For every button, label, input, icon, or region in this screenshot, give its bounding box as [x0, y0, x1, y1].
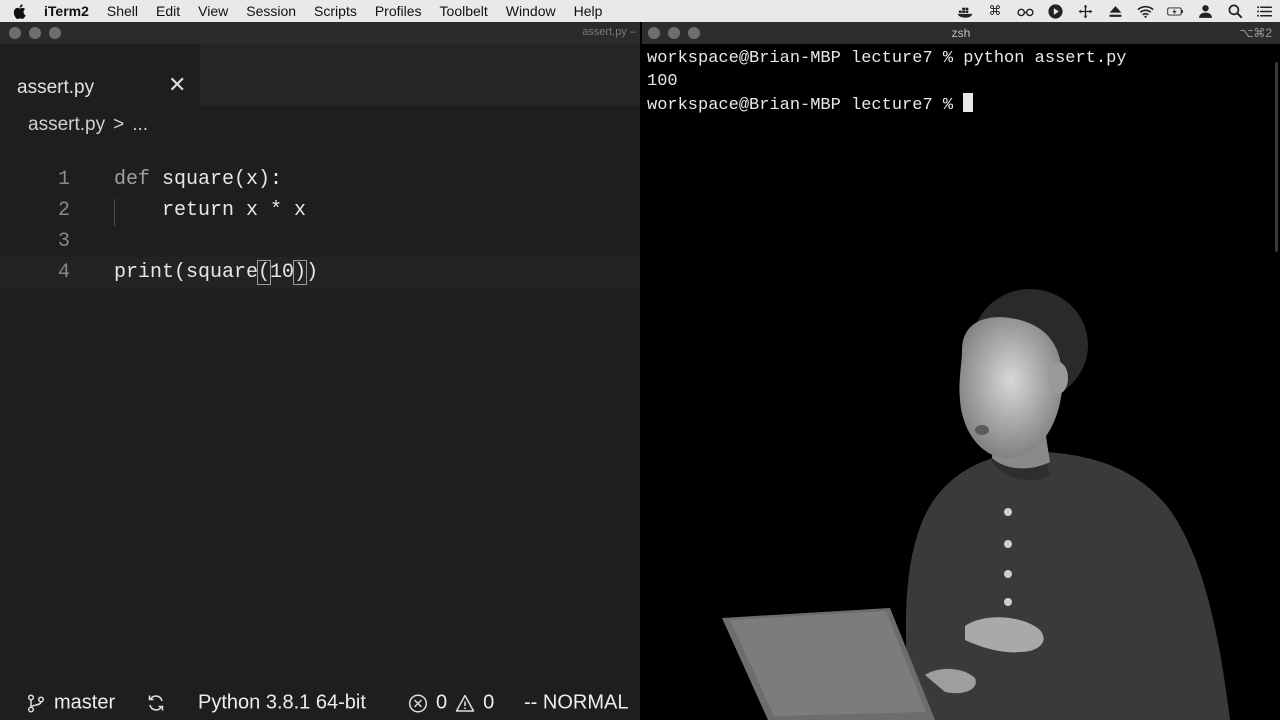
menu-edit[interactable]: Edit — [147, 3, 189, 19]
tab-assert-py[interactable]: assert.py ✕ — [0, 44, 200, 106]
line-source: def square(x): — [114, 164, 282, 195]
line-number: 4 — [57, 261, 70, 284]
line-number: 3 — [57, 230, 70, 253]
terminal-titlebar[interactable]: zsh ⌥⌘2 — [642, 22, 1280, 44]
problems-indicator[interactable]: 0 0 — [408, 692, 494, 715]
menu-scripts[interactable]: Scripts — [305, 3, 366, 19]
keyword-def: def — [114, 168, 151, 191]
menu-view[interactable]: View — [189, 3, 237, 19]
terminal-cursor — [963, 93, 974, 112]
line-source: print(square(10)) — [114, 257, 318, 288]
notification-center-icon[interactable] — [1250, 0, 1280, 22]
editor-titlebar[interactable]: assert.py – — [0, 22, 640, 44]
line-source: return x * x — [114, 199, 307, 222]
eject-icon[interactable] — [1100, 0, 1130, 22]
terminal-line: 100 — [647, 72, 678, 91]
tab-shortcut-label: ⌥⌘2 — [1239, 26, 1272, 40]
breadcrumb: assert.py > ... — [28, 114, 148, 136]
code-token: ) — [306, 261, 319, 284]
breadcrumb-more[interactable]: ... — [132, 114, 148, 136]
menu-help[interactable]: Help — [565, 3, 612, 19]
play-circle-icon[interactable] — [1040, 0, 1070, 22]
glasses-icon[interactable] — [1010, 0, 1040, 22]
line-number: 2 — [57, 199, 70, 222]
apple-menu-icon[interactable] — [0, 3, 38, 19]
docker-icon[interactable] — [950, 0, 980, 22]
menu-window[interactable]: Window — [497, 3, 565, 19]
warning-count: 0 — [483, 691, 495, 714]
git-branch-icon — [27, 693, 45, 713]
tab-label: assert.py — [17, 77, 95, 98]
code-line[interactable]: 1 def square(x): — [0, 164, 640, 195]
close-tab-icon[interactable]: ✕ — [168, 74, 186, 96]
terminal-output[interactable]: workspace@Brian-MBP lecture7 % python as… — [647, 47, 1126, 116]
code-line[interactable]: 2 return x * x — [0, 195, 640, 226]
menu-session[interactable]: Session — [237, 3, 305, 19]
editor-window: assert.py – assert.py ✕ assert.py > ... … — [0, 22, 640, 720]
menu-app-name[interactable]: iTerm2 — [38, 3, 98, 19]
zoom-window-button[interactable] — [49, 27, 61, 39]
user-icon[interactable] — [1190, 0, 1220, 22]
vim-mode: -- NORMAL — [524, 692, 628, 715]
spotlight-search-icon[interactable] — [1220, 0, 1250, 22]
menu-profiles[interactable]: Profiles — [366, 3, 431, 19]
terminal-title: zsh — [951, 26, 971, 40]
wifi-icon[interactable] — [1130, 0, 1160, 22]
menu-shell[interactable]: Shell — [98, 3, 147, 19]
window-controls — [9, 27, 61, 39]
code-token: print(square — [114, 261, 259, 284]
python-version: Python 3.8.1 64-bit — [198, 691, 366, 714]
menu-toolbelt[interactable]: Toolbelt — [431, 3, 497, 19]
code-area[interactable]: 1 def square(x): 2 return x * x 3 4 prin… — [0, 164, 640, 288]
line-number: 1 — [57, 168, 70, 191]
minimize-window-button[interactable] — [29, 27, 41, 39]
error-count: 0 — [436, 691, 448, 714]
terminal-prompt: workspace@Brian-MBP lecture7 % — [647, 96, 964, 115]
code-line[interactable]: 3 — [0, 226, 640, 257]
sync-button[interactable] — [146, 693, 166, 713]
branch-indicator[interactable]: master — [26, 692, 115, 715]
terminal-scrollbar[interactable] — [1275, 62, 1278, 252]
matched-bracket-open: ( — [257, 260, 272, 285]
terminal-line: workspace@Brian-MBP lecture7 % python as… — [647, 49, 1127, 68]
chevron-right-icon: > — [113, 114, 125, 135]
python-interpreter[interactable]: Python 3.8.1 64-bit — [198, 692, 366, 715]
warning-icon — [455, 694, 475, 712]
code-token: 10 — [270, 261, 295, 284]
close-window-button[interactable] — [9, 27, 21, 39]
move-arrows-icon[interactable] — [1070, 0, 1100, 22]
breadcrumb-file[interactable]: assert.py — [28, 114, 105, 136]
menu-bar: iTerm2 Shell Edit View Session Scripts P… — [0, 0, 1280, 22]
error-icon — [408, 693, 428, 713]
battery-charging-icon[interactable] — [1160, 0, 1190, 22]
sync-icon — [148, 695, 164, 711]
line-text: square(x): — [150, 168, 283, 191]
command-key-icon[interactable]: ⌘ — [980, 0, 1010, 22]
editor-tab-bar: assert.py ✕ — [0, 44, 640, 106]
presenter-video-overlay — [722, 289, 1230, 720]
terminal-prompt-line: workspace@Brian-MBP lecture7 % — [647, 93, 1126, 116]
vim-mode-label: -- NORMAL — [524, 691, 629, 714]
branch-name: master — [54, 691, 116, 714]
code-line-active[interactable]: 4 print(square(10)) — [0, 257, 640, 288]
status-bar: master Python 3.8.1 64-bit 0 0 -- NORMAL — [0, 686, 640, 720]
matched-bracket-close: ) — [293, 260, 308, 285]
editor-window-title: assert.py – — [582, 26, 636, 38]
